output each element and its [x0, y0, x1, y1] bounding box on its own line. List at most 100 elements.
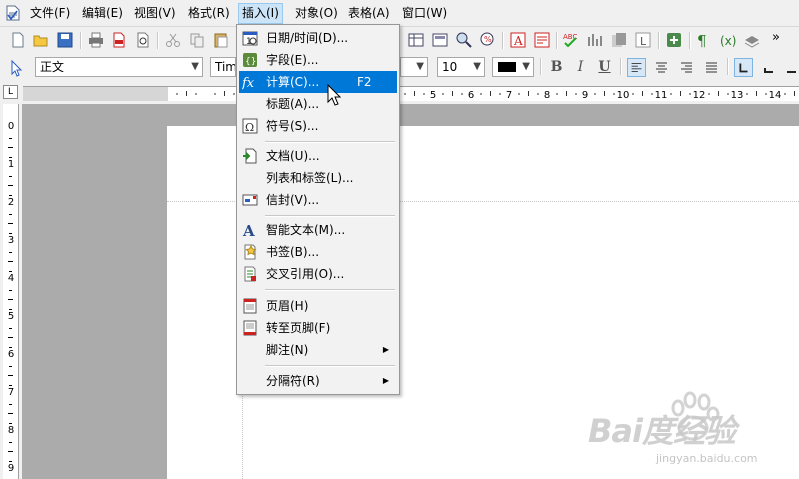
ruler-tick — [9, 308, 12, 310]
ruler-tick — [632, 93, 634, 95]
footer-icon — [243, 320, 257, 336]
vertical-ruler[interactable]: 0 1 2 3 4 5 6 7 8 9 — [3, 104, 19, 479]
open-folder-icon[interactable] — [32, 31, 50, 49]
insert-text-frame-icon[interactable]: A — [509, 31, 527, 49]
menu-item-caption[interactable]: 标题(A)... — [239, 93, 397, 115]
menu-item-cross-reference[interactable]: 交叉引用(O)... — [239, 263, 397, 285]
hide-icon[interactable] — [743, 31, 761, 49]
ruler-tick — [9, 194, 12, 196]
menu-insert[interactable]: 插入(I) — [238, 3, 283, 24]
menu-item-smart-text[interactable]: A 智能文本(M)... — [239, 219, 397, 241]
menu-item-date-time[interactable]: 1 日期/时间(D)... — [239, 27, 397, 49]
menu-view[interactable]: 视图(V) — [131, 4, 179, 23]
toolbar-overflow-button[interactable]: » — [772, 30, 780, 45]
ruler-tick — [480, 93, 482, 95]
menu-window[interactable]: 窗口(W) — [399, 4, 450, 23]
font-name-select[interactable]: Time — [210, 57, 236, 77]
align-right-icon[interactable] — [677, 58, 696, 77]
styles-icon[interactable] — [610, 31, 628, 49]
ruler-tick — [9, 403, 12, 405]
justify-icon[interactable] — [702, 58, 721, 77]
ruler-tick — [9, 327, 12, 329]
ruler-number: 7 — [7, 387, 15, 398]
zoom-percent-icon[interactable]: % — [479, 31, 497, 49]
menu-table[interactable]: 表格(A) — [345, 4, 393, 23]
menu-item-label: 交叉引用(O)... — [266, 267, 345, 281]
menu-edit[interactable]: 编辑(E) — [79, 4, 126, 23]
menu-item-envelope[interactable]: 信封(V)... — [239, 189, 397, 211]
ruler-tick — [8, 375, 13, 376]
print-icon[interactable] — [87, 31, 105, 49]
new-document-icon[interactable] — [9, 31, 27, 49]
menu-item-symbol[interactable]: Ω 符号(S)... — [239, 115, 397, 137]
menu-item-lists-and-labels[interactable]: 列表和标签(L)... — [239, 167, 397, 189]
menu-item-field[interactable]: {} 字段(E)... — [239, 49, 397, 71]
ruler-tick — [195, 93, 197, 95]
font-name-value: Time — [215, 60, 236, 74]
menu-format[interactable]: 格式(R) — [185, 4, 233, 23]
ruler-tick — [556, 93, 558, 95]
ruler-tick — [708, 93, 710, 95]
font-name-dropdown-arrow[interactable]: ▼ — [400, 57, 428, 77]
spellcheck-icon[interactable]: ABC — [562, 31, 580, 49]
menu-object[interactable]: 对象(O) — [292, 4, 341, 23]
menu-item-header[interactable]: 页眉(H) — [239, 295, 397, 317]
svg-text:¶: ¶ — [697, 32, 707, 49]
field-shading-icon[interactable]: (x) — [719, 31, 737, 49]
export-pdf-icon[interactable] — [110, 31, 128, 49]
menu-item-break[interactable]: 分隔符(R) ▶ — [239, 370, 397, 392]
ruler-tick — [765, 93, 767, 95]
ruler-tick — [537, 93, 539, 95]
menu-item-calculate[interactable]: fx 计算(C)... F2 — [239, 71, 397, 93]
bold-button[interactable]: B — [547, 58, 566, 77]
menu-item-document[interactable]: 文档(U)... — [239, 145, 397, 167]
table-icon[interactable] — [407, 31, 425, 49]
toolbar-separator — [620, 58, 622, 75]
ruler-tick — [718, 91, 719, 96]
horizontal-ruler[interactable]: 5 6 7 8 9 10 11 12 13 14 — [23, 86, 799, 101]
cut-icon[interactable] — [164, 31, 182, 49]
frame-icon[interactable] — [431, 31, 449, 49]
navigator-icon[interactable] — [665, 31, 683, 49]
paragraph-mark-icon[interactable]: ¶ — [695, 31, 713, 49]
save-icon[interactable] — [56, 31, 74, 49]
menu-item-footer[interactable]: 转至页脚(F) — [239, 317, 397, 339]
ruler-number: 14 — [769, 90, 782, 101]
font-size-select[interactable]: 10 ▼ — [437, 57, 485, 77]
ruler-tick — [575, 93, 577, 95]
insert-form-icon[interactable] — [533, 31, 551, 49]
ruler-tick — [528, 91, 529, 96]
paragraph-style-select[interactable]: 正文 ▼ — [35, 57, 203, 77]
ruler-tick — [680, 91, 681, 96]
font-color-select[interactable]: ▼ — [492, 57, 534, 77]
tab-stop-selector[interactable]: L — [3, 85, 18, 99]
menu-item-bookmark[interactable]: 书签(B)... — [239, 241, 397, 263]
valign-bottom-icon[interactable] — [782, 58, 799, 77]
ruler-tick — [9, 289, 12, 291]
ruler-number: 8 — [544, 90, 550, 101]
ruler-tick — [670, 93, 672, 95]
paste-icon[interactable] — [212, 31, 230, 49]
copy-icon[interactable] — [188, 31, 206, 49]
align-left-icon[interactable] — [627, 58, 646, 77]
find-icon[interactable] — [455, 31, 473, 49]
formula-icon: fx — [242, 76, 255, 90]
toolbar-separator — [658, 32, 660, 49]
ruler-tick — [8, 185, 13, 186]
menu-item-footnote[interactable]: 脚注(N) ▶ — [239, 339, 397, 361]
ruler-number: 0 — [7, 121, 15, 132]
print-preview-icon[interactable] — [134, 31, 152, 49]
document-icon — [243, 148, 257, 164]
letter-l-icon[interactable]: L — [634, 31, 652, 49]
align-center-icon[interactable] — [652, 58, 671, 77]
valign-middle-icon[interactable] — [759, 58, 778, 77]
menu-file[interactable]: 文件(F) — [27, 4, 73, 23]
ruler-number: 9 — [7, 463, 15, 474]
valign-top-icon[interactable] — [734, 58, 753, 77]
select-arrow-icon[interactable] — [8, 59, 26, 77]
ruler-tick — [9, 365, 12, 367]
italic-button[interactable]: I — [571, 58, 590, 77]
ruler-number: 6 — [468, 90, 474, 101]
word-count-icon[interactable] — [586, 31, 604, 49]
underline-button[interactable]: U — [595, 58, 614, 77]
